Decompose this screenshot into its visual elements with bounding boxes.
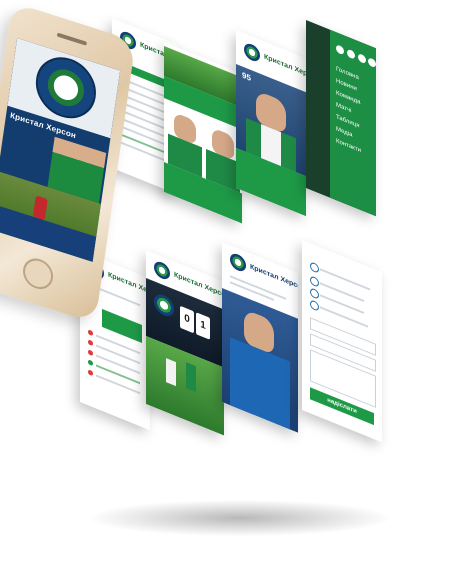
mockup-stage: Кристал Херсон Кристал Херсон 95 (0, 0, 449, 562)
phone-speaker (56, 32, 88, 46)
club-logo-icon (32, 49, 100, 127)
home-button[interactable] (21, 254, 56, 294)
phone-mockup: Кристал Херсон (0, 0, 449, 562)
phone-body: Кристал Херсон (0, 2, 136, 324)
phone-screen: Кристал Херсон (0, 37, 121, 262)
